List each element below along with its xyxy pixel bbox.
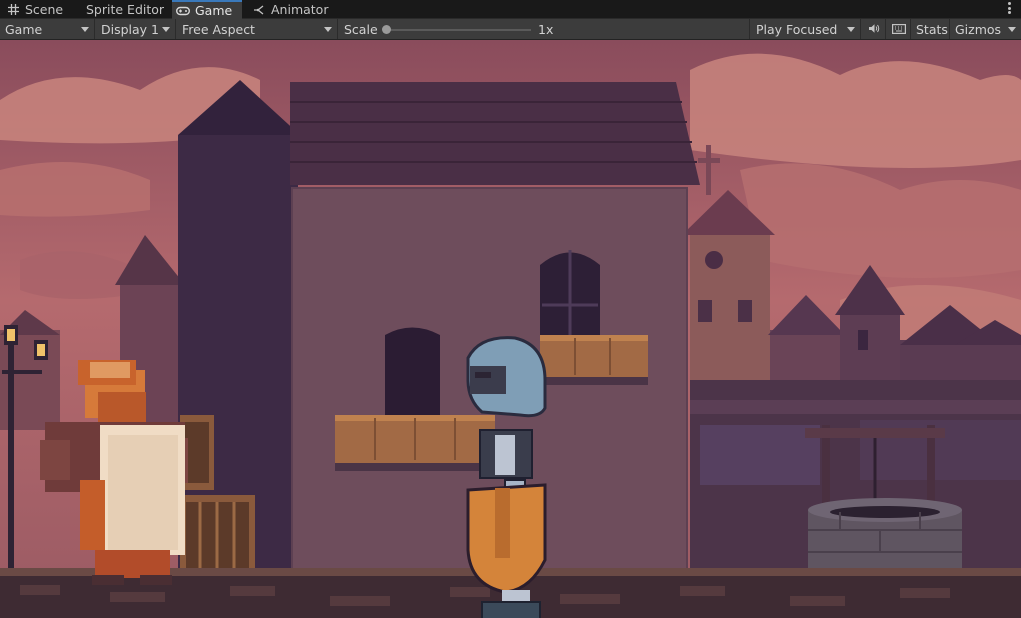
scale-label: Scale [344,21,378,37]
chevron-down-icon [847,27,855,32]
keyboard-icon [891,22,906,37]
mute-audio-button[interactable] [862,19,886,39]
game-view-toolbar: Game Display 1 Free Aspect Scale 1x Play… [0,19,1021,40]
stats-label: Stats [916,21,948,37]
play-mode-dropdown[interactable]: Play Focused [751,19,861,39]
scale-slider-handle[interactable] [382,25,391,34]
animator-icon [252,3,266,17]
game-viewport[interactable] [0,40,1021,618]
tab-scene-label: Scene [25,2,64,17]
aspect-dropdown[interactable]: Free Aspect [177,19,338,39]
tab-scene[interactable]: Scene [6,0,63,19]
shortcuts-button[interactable] [887,19,911,39]
tab-sprite-editor[interactable]: Sprite Editor [86,0,164,19]
tab-game[interactable]: Game [172,0,242,19]
chevron-down-icon [162,27,170,32]
chevron-down-icon [81,27,89,32]
more-options-icon[interactable] [1007,2,1013,16]
scale-slider-track[interactable] [385,29,531,31]
tab-animator[interactable]: Animator [252,0,328,19]
scale-control: Scale 1x [339,19,750,39]
gizmos-dropdown[interactable]: Gizmos [951,19,1021,39]
tab-animator-label: Animator [271,2,329,17]
main-house [178,80,700,609]
chevron-down-icon [1008,27,1016,32]
chevron-down-icon [324,27,332,32]
display-dropdown[interactable]: Display 1 [96,19,176,39]
stats-button[interactable]: Stats [912,19,950,39]
scale-value: 1x [538,22,554,37]
gizmos-label: Gizmos [955,21,1002,37]
view-mode-dropdown[interactable]: Game [0,19,95,39]
game-render [0,40,1021,618]
tab-sprite-editor-label: Sprite Editor [86,2,165,17]
play-mode-label: Play Focused [756,21,838,37]
gamepad-icon [176,4,190,18]
aspect-label: Free Aspect [182,21,255,37]
tab-game-label: Game [195,3,233,18]
grid-icon [6,3,20,17]
display-label: Display 1 [101,21,160,37]
view-mode-label: Game [5,21,43,37]
editor-tab-bar: Scene Sprite Editor Game Animator [0,0,1021,19]
speaker-icon [868,22,880,37]
